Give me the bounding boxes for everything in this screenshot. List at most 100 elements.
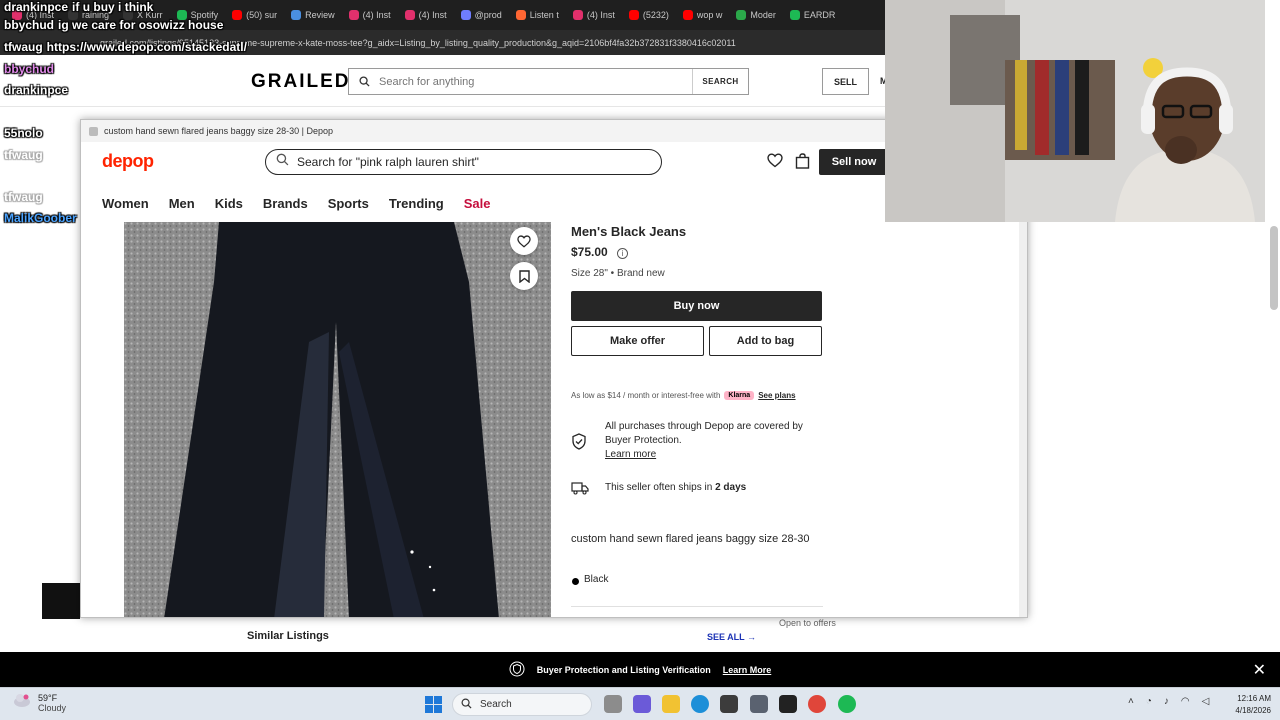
heart-icon[interactable] bbox=[767, 153, 783, 173]
weather-widget[interactable]: 59°F Cloudy bbox=[12, 692, 66, 713]
tab-label: (4) Inst bbox=[362, 10, 391, 20]
file-explorer-icon[interactable] bbox=[662, 695, 680, 713]
tab-label: (4) Inst bbox=[586, 10, 615, 20]
chat-username[interactable]: bbychud bbox=[4, 18, 54, 32]
background-tab[interactable]: (5232) bbox=[623, 4, 675, 26]
nav-brands[interactable]: Brands bbox=[263, 196, 308, 211]
background-tab[interactable]: Moder bbox=[730, 4, 782, 26]
delivery-truck-icon bbox=[571, 481, 589, 500]
system-tray: ˄ ◔ ♪ ◠ ◁ bbox=[1128, 696, 1209, 707]
info-icon[interactable]: i bbox=[617, 248, 628, 259]
see-all-link[interactable]: SEE ALL → bbox=[707, 632, 756, 642]
wifi-icon[interactable]: ◠ bbox=[1181, 696, 1190, 707]
banner-text: Buyer Protection and Listing Verificatio… bbox=[536, 664, 711, 675]
page-favicon-icon bbox=[89, 126, 98, 136]
taskbar-clock[interactable]: 12:16 AM 4/18/2026 bbox=[1227, 693, 1271, 717]
tab-favicon-icon bbox=[628, 10, 639, 20]
nav-kids[interactable]: Kids bbox=[215, 196, 243, 211]
add-to-bag-button[interactable]: Add to bag bbox=[709, 326, 822, 356]
background-page-right bbox=[1028, 220, 1280, 652]
depop-search-input[interactable]: Search for "pink ralph lauren shirt" bbox=[297, 155, 479, 169]
chat-username[interactable]: tfwaug bbox=[4, 40, 43, 54]
sell-now-button[interactable]: Sell now bbox=[819, 149, 889, 175]
chat-username[interactable]: tfwaug bbox=[4, 148, 43, 162]
microphone-icon[interactable]: ♪ bbox=[1164, 696, 1169, 707]
background-tab[interactable]: Review bbox=[285, 4, 341, 26]
task-view-icon[interactable] bbox=[604, 695, 622, 713]
app-icon[interactable] bbox=[779, 695, 797, 713]
windows-start-icon[interactable] bbox=[425, 696, 442, 718]
chat-message: drankinpce if u buy i think bbox=[4, 0, 153, 14]
store-icon[interactable] bbox=[720, 695, 738, 713]
klarna-text: As low as $14 / month or interest-free w… bbox=[571, 391, 721, 400]
tab-label: Review bbox=[305, 10, 335, 20]
chat-username[interactable]: tfwaug bbox=[4, 190, 43, 204]
chat-username[interactable]: bbychud bbox=[4, 62, 54, 76]
tab-favicon-icon bbox=[460, 10, 471, 20]
grailed-search-input[interactable] bbox=[379, 75, 692, 88]
bag-icon[interactable] bbox=[795, 153, 810, 174]
product-price: $75.00 bbox=[571, 245, 608, 259]
shield-icon bbox=[509, 661, 525, 679]
buy-now-button[interactable]: Buy now bbox=[571, 291, 822, 321]
divider bbox=[571, 606, 823, 607]
tab-favicon-icon bbox=[789, 10, 800, 20]
see-plans-link[interactable]: See plans bbox=[758, 391, 795, 400]
search-icon bbox=[276, 153, 289, 171]
network-icon[interactable]: ◔ bbox=[1146, 696, 1152, 707]
product-description: custom hand sewn flared jeans baggy size… bbox=[571, 533, 810, 545]
obs-icon[interactable] bbox=[750, 695, 768, 713]
volume-icon[interactable]: ◁ bbox=[1202, 696, 1210, 707]
bookmark-icon[interactable] bbox=[510, 262, 538, 290]
background-tab[interactable]: (4) Inst bbox=[343, 4, 397, 26]
like-heart-icon[interactable] bbox=[510, 227, 538, 255]
weather-temp: 59°F bbox=[38, 692, 58, 703]
background-tab[interactable]: @prod bbox=[455, 4, 508, 26]
chat-username[interactable]: 55nolo bbox=[4, 126, 43, 140]
background-scrollbar[interactable] bbox=[1270, 226, 1278, 310]
chat-username[interactable]: drankinpce bbox=[4, 83, 68, 97]
background-tab[interactable]: wop w bbox=[677, 4, 729, 26]
chevron-up-icon[interactable]: ˄ bbox=[1128, 696, 1134, 707]
nav-sale[interactable]: Sale bbox=[464, 196, 491, 211]
open-to-offers-label: Open to offers bbox=[779, 618, 836, 628]
background-tab[interactable]: (4) Inst bbox=[399, 4, 453, 26]
window-title: custom hand sewn flared jeans baggy size… bbox=[104, 126, 333, 136]
shield-check-icon bbox=[571, 433, 587, 455]
buyer-protection-info: All purchases through Depop are covered … bbox=[605, 420, 823, 462]
nav-men[interactable]: Men bbox=[169, 196, 195, 211]
banner-learn-more-link[interactable]: Learn More bbox=[723, 665, 772, 675]
background-tab[interactable]: Listen t bbox=[510, 4, 565, 26]
background-tab[interactable]: (50) sur bbox=[226, 4, 283, 26]
tab-favicon-icon bbox=[348, 10, 359, 20]
nav-women[interactable]: Women bbox=[102, 196, 149, 211]
grailed-sell-button[interactable]: SELL bbox=[822, 68, 869, 95]
tab-label: (4) Inst bbox=[418, 10, 447, 20]
depop-search-bar[interactable]: Search for "pink ralph lauren shirt" bbox=[265, 149, 662, 175]
close-icon[interactable]: ✕ bbox=[1253, 660, 1266, 680]
grailed-search-button[interactable]: SEARCH bbox=[692, 69, 748, 94]
tab-favicon-icon bbox=[736, 10, 747, 20]
grailed-logo[interactable]: GRAILED bbox=[251, 71, 351, 93]
make-offer-button[interactable]: Make offer bbox=[571, 326, 704, 356]
klarna-financing: As low as $14 / month or interest-free w… bbox=[571, 391, 796, 400]
webcam-feed bbox=[885, 0, 1280, 222]
background-page-left bbox=[0, 107, 80, 652]
weather-desc: Cloudy bbox=[38, 702, 67, 713]
taskbar-search[interactable]: Search bbox=[452, 693, 592, 716]
copilot-icon[interactable] bbox=[633, 695, 651, 713]
background-tab[interactable]: (4) Inst bbox=[567, 4, 621, 26]
background-tab[interactable]: EARDR bbox=[784, 4, 842, 26]
learn-more-link[interactable]: Learn more bbox=[605, 448, 823, 462]
chat-username[interactable]: MalikGoober bbox=[4, 211, 77, 225]
spotify-icon[interactable] bbox=[838, 695, 856, 713]
grailed-search-bar[interactable]: SEARCH bbox=[348, 68, 749, 95]
edge-icon[interactable] bbox=[691, 695, 709, 713]
chrome-icon[interactable] bbox=[808, 695, 826, 713]
chat-username[interactable]: drankinpce bbox=[4, 0, 68, 14]
nav-sports[interactable]: Sports bbox=[328, 196, 369, 211]
depop-logo[interactable]: depop bbox=[102, 151, 154, 172]
product-photo[interactable] bbox=[124, 222, 551, 617]
depop-scrollbar[interactable] bbox=[1019, 222, 1027, 617]
nav-trending[interactable]: Trending bbox=[389, 196, 444, 211]
